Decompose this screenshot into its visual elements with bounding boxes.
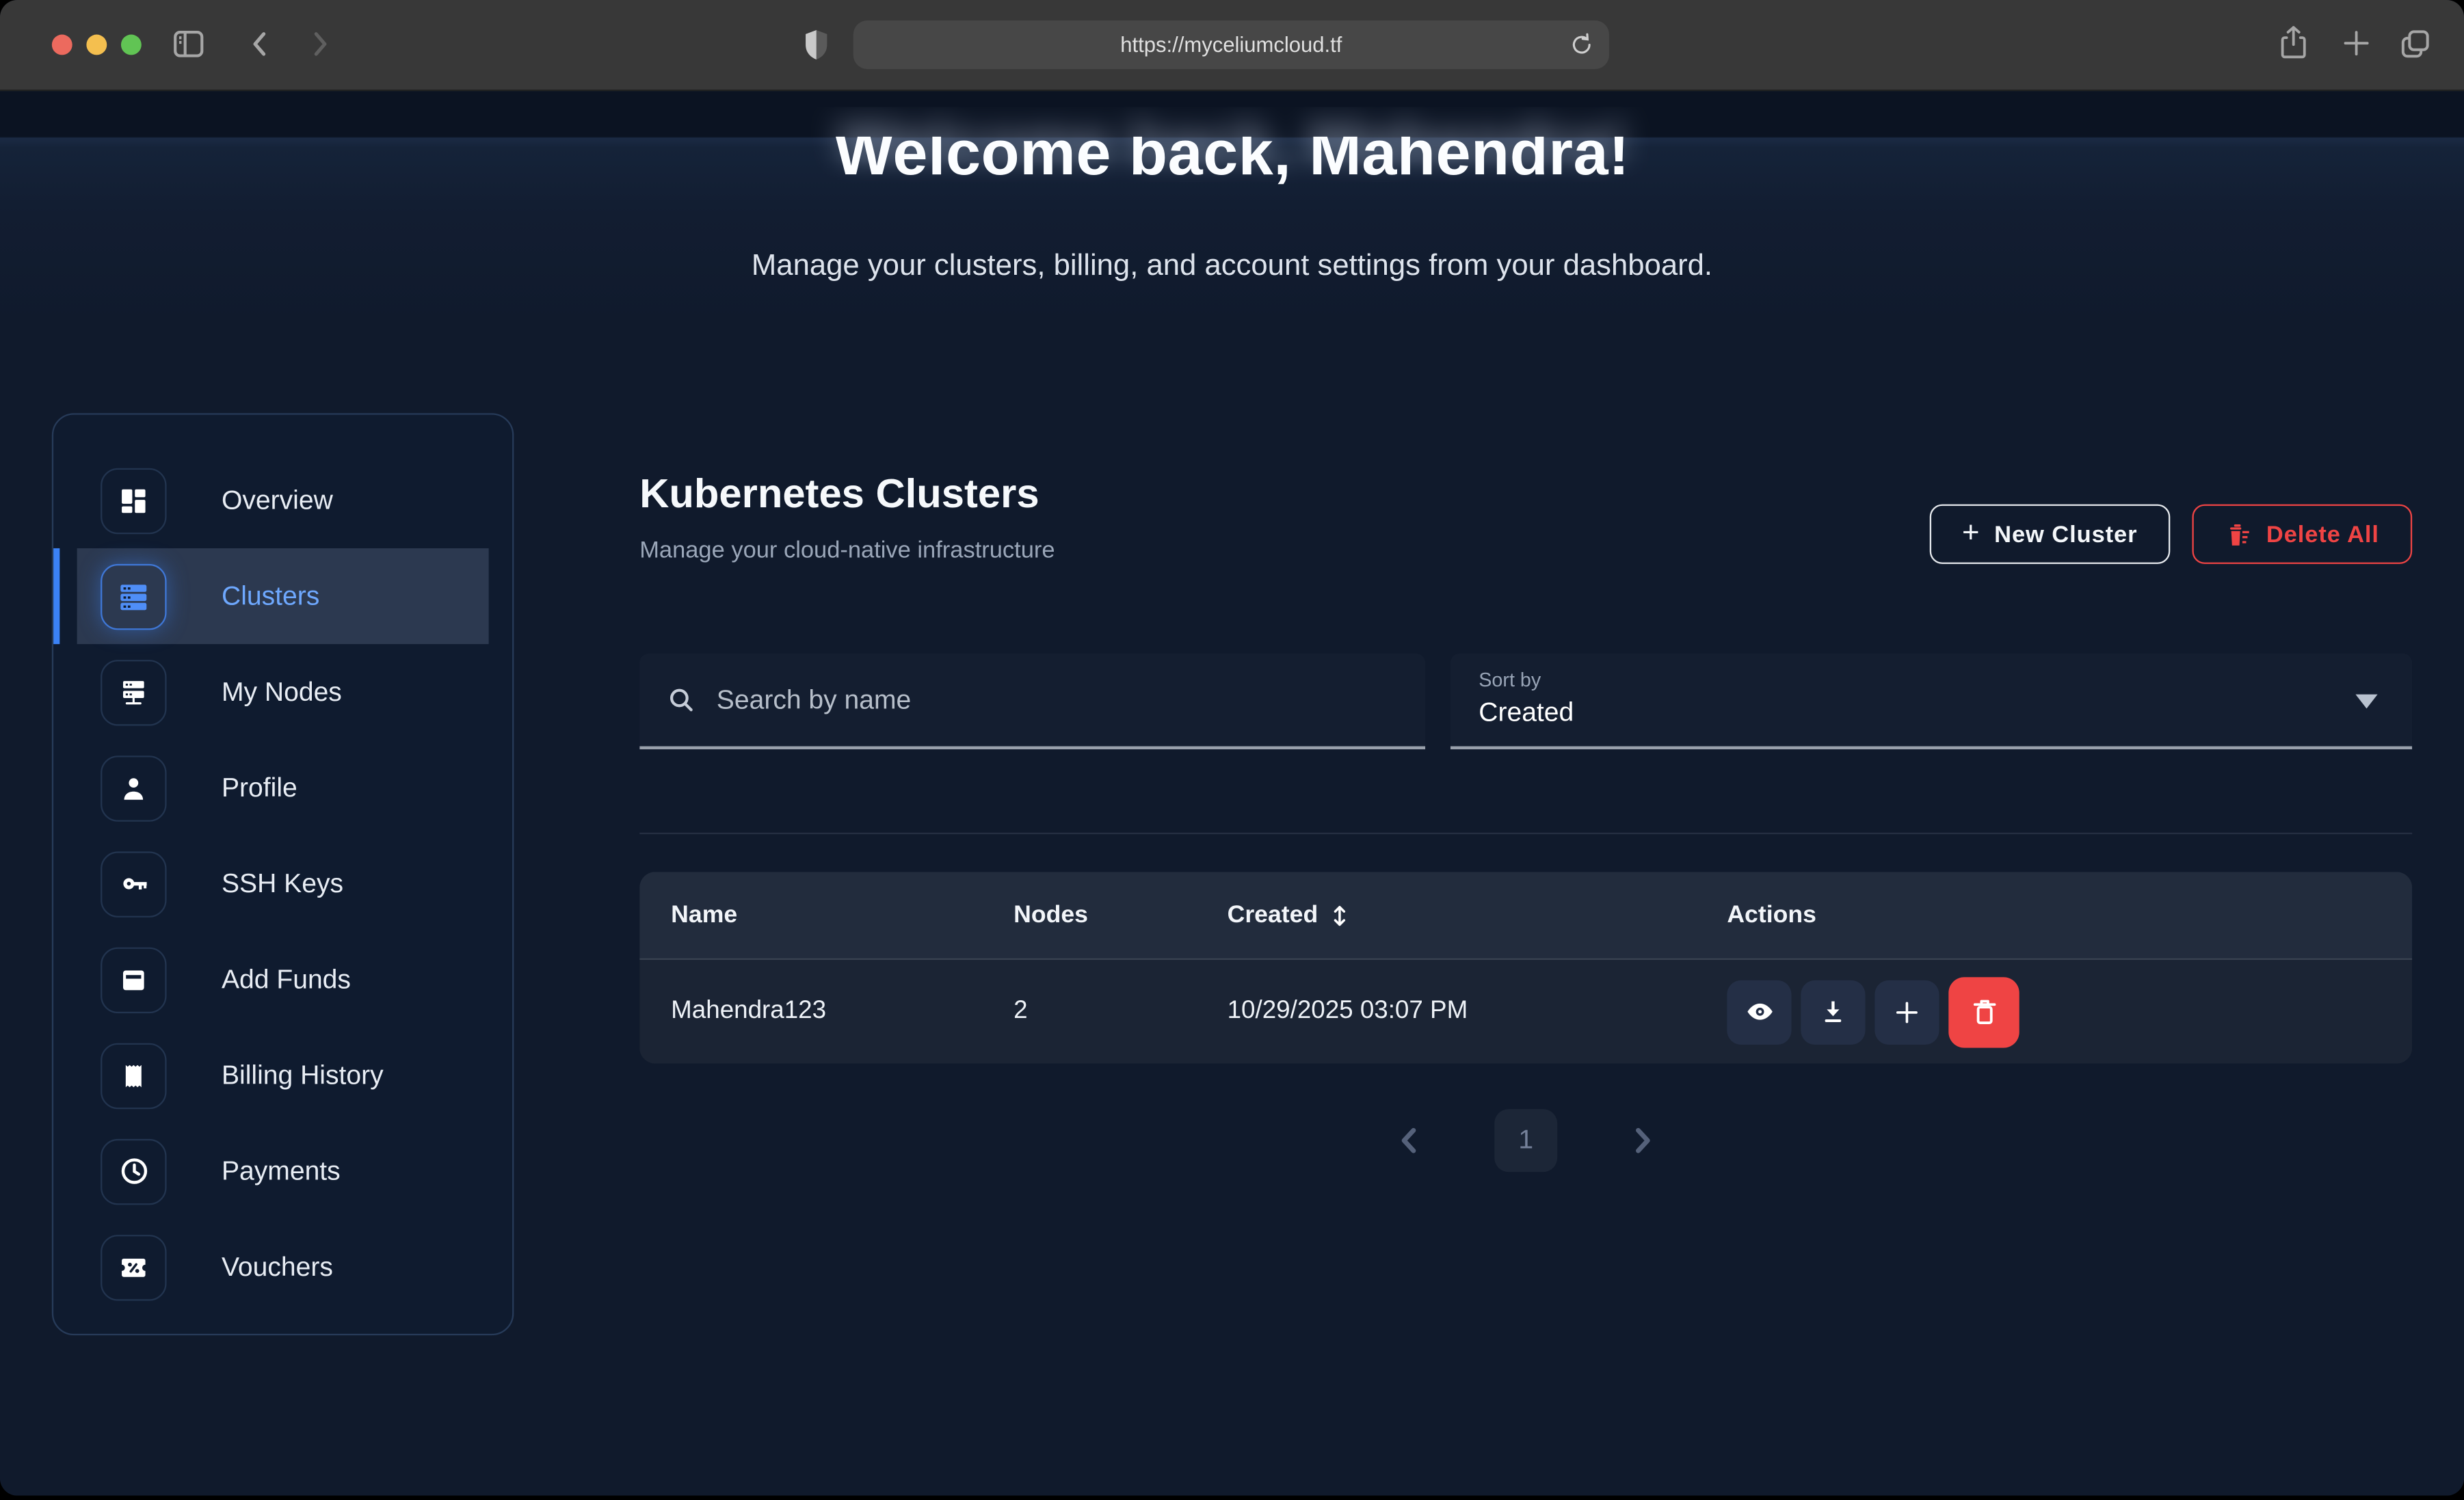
- add-node-button[interactable]: [1875, 980, 1939, 1044]
- sidebar-item-label: My Nodes: [222, 676, 342, 708]
- dashboard-sidebar: Overview Clusters: [52, 413, 514, 1335]
- sidebar-item-label: Clusters: [222, 580, 319, 612]
- sidebar-item-label: Billing History: [222, 1060, 384, 1091]
- sort-updown-icon: [1329, 902, 1349, 928]
- table-row: Mahendra123 2 10/29/2025 03:07 PM: [639, 960, 2412, 1064]
- active-indicator: [53, 548, 59, 644]
- sort-value: Created: [1479, 697, 2412, 729]
- previous-page-button[interactable]: [1391, 1122, 1429, 1160]
- browser-window: https://myceliumcloud.tf: [0, 0, 2464, 1496]
- address-bar[interactable]: https://myceliumcloud.tf: [853, 21, 1609, 69]
- delete-cluster-button[interactable]: [1948, 976, 2019, 1047]
- download-kubeconfig-button[interactable]: [1801, 980, 1865, 1044]
- new-cluster-button[interactable]: + New Cluster: [1929, 505, 2171, 564]
- key-icon: [101, 851, 167, 917]
- dashboard-grid-icon: [101, 468, 167, 534]
- sidebar-item-vouchers[interactable]: Vouchers: [53, 1219, 512, 1315]
- clusters-table: Name Nodes Created Actions: [639, 872, 2412, 1063]
- section-divider: [639, 833, 2412, 834]
- zoom-window-button[interactable]: [121, 35, 142, 55]
- search-input[interactable]: [713, 682, 1379, 717]
- cluster-created-cell: 10/29/2025 03:07 PM: [1228, 997, 1727, 1026]
- sidebar-item-ssh-keys[interactable]: SSH Keys: [53, 835, 512, 931]
- receipt-icon: [101, 1043, 167, 1109]
- delete-all-button[interactable]: Delete All: [2193, 505, 2412, 564]
- person-icon: [101, 755, 167, 821]
- table-header-row: Name Nodes Created Actions: [639, 872, 2412, 960]
- trash-list-icon: [2225, 521, 2252, 548]
- ticket-percent-icon: [101, 1234, 167, 1300]
- sidebar-toggle-icon[interactable]: [170, 25, 207, 63]
- sidebar-item-clusters[interactable]: Clusters: [77, 548, 489, 644]
- sort-label: Sort by: [1479, 669, 2412, 691]
- welcome-subtitle: Manage your clusters, billing, and accou…: [0, 250, 2464, 284]
- eye-icon: [1743, 996, 1775, 1028]
- sidebar-item-label: Overview: [222, 485, 333, 516]
- new-tab-icon[interactable]: [2340, 27, 2372, 59]
- sort-select[interactable]: Sort by Created: [1450, 654, 2412, 749]
- back-button[interactable]: [243, 27, 278, 62]
- page-subtitle: Manage your cloud-native infrastructure: [639, 537, 1055, 564]
- reload-icon[interactable]: [1568, 31, 1595, 66]
- sidebar-item-billing-history[interactable]: Billing History: [53, 1028, 512, 1123]
- node-server-icon: [101, 659, 167, 725]
- sidebar-item-label: Profile: [222, 772, 297, 803]
- plus-icon: +: [1962, 517, 1980, 552]
- column-header-nodes: Nodes: [1014, 901, 1228, 929]
- column-header-created[interactable]: Created: [1228, 901, 1727, 929]
- sidebar-item-my-nodes[interactable]: My Nodes: [53, 644, 512, 740]
- page-number-button[interactable]: 1: [1494, 1109, 1557, 1172]
- plus-icon: [1892, 997, 1922, 1027]
- trash-icon: [1968, 996, 2000, 1028]
- sidebar-item-payments[interactable]: Payments: [53, 1123, 512, 1219]
- sidebar-item-overview[interactable]: Overview: [53, 453, 512, 548]
- dashboard-page: Welcome back, Mahendra! Welcome back, Ma…: [0, 91, 2464, 1495]
- next-page-button[interactable]: [1624, 1122, 1661, 1160]
- page-title: Kubernetes Clusters: [639, 470, 1055, 518]
- wallet-icon: [101, 946, 167, 1013]
- delete-all-label: Delete All: [2266, 521, 2379, 548]
- url-text: https://myceliumcloud.tf: [1120, 33, 1342, 56]
- browser-toolbar: https://myceliumcloud.tf: [0, 0, 2464, 91]
- column-header-name: Name: [671, 901, 1014, 929]
- clusters-main: Kubernetes Clusters Manage your cloud-na…: [639, 413, 2412, 1335]
- sidebar-item-label: Add Funds: [222, 964, 351, 995]
- privacy-shield-icon[interactable]: [803, 28, 830, 61]
- pagination: 1: [639, 1109, 2412, 1172]
- download-icon: [1818, 997, 1849, 1027]
- search-icon: [666, 685, 696, 715]
- column-header-actions: Actions: [1727, 901, 2412, 929]
- sidebar-item-label: Payments: [222, 1155, 341, 1187]
- sidebar-item-profile[interactable]: Profile: [53, 740, 512, 835]
- new-cluster-label: New Cluster: [1994, 521, 2137, 548]
- server-stack-icon: [101, 563, 167, 630]
- search-field[interactable]: [639, 654, 1425, 749]
- tab-overview-icon[interactable]: [2398, 27, 2433, 62]
- sidebar-item-label: Vouchers: [222, 1251, 333, 1283]
- sidebar-item-add-funds[interactable]: Add Funds: [53, 932, 512, 1028]
- share-icon[interactable]: [2277, 23, 2310, 62]
- view-cluster-button[interactable]: [1727, 980, 1791, 1044]
- close-window-button[interactable]: [52, 35, 72, 55]
- row-actions: [1727, 976, 2412, 1047]
- sidebar-item-label: SSH Keys: [222, 868, 343, 900]
- hero-section: Welcome back, Mahendra! Welcome back, Ma…: [0, 91, 2464, 284]
- cluster-nodes-cell: 2: [1014, 997, 1228, 1026]
- minimize-window-button[interactable]: [86, 35, 107, 55]
- forward-button[interactable]: [302, 27, 336, 62]
- chevron-down-icon: [2355, 695, 2377, 709]
- clock-icon: [101, 1138, 167, 1205]
- cluster-name-cell: Mahendra123: [671, 997, 1014, 1026]
